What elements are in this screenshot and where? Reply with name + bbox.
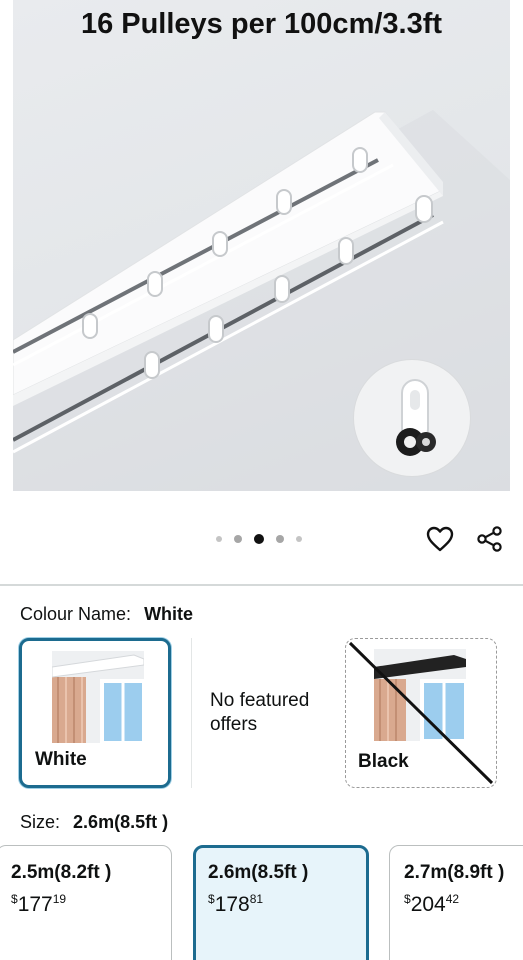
- product-image-carousel[interactable]: 16 Pulleys per 100cm/3.3ft: [0, 0, 523, 497]
- add-to-wishlist-button[interactable]: [424, 523, 456, 555]
- colour-name-row: Colour Name: White: [20, 604, 193, 625]
- carousel-dot-active[interactable]: [254, 534, 264, 544]
- size-option-label: 2.7m(8.9ft ): [404, 862, 505, 883]
- no-featured-offers-text: No featured offers: [210, 690, 310, 735]
- size-option-price: $20442: [404, 892, 460, 916]
- image-caption: 16 Pulleys per 100cm/3.3ft: [80, 8, 443, 40]
- pulley-detail-inset: [353, 359, 471, 477]
- share-button[interactable]: [474, 523, 506, 555]
- share-icon: [477, 526, 502, 552]
- colour-selected-value: White: [144, 604, 194, 624]
- heart-icon: [426, 526, 454, 552]
- carousel-dot[interactable]: [276, 535, 284, 543]
- swatch-separator: [191, 638, 192, 788]
- colour-option-black[interactable]: Black: [345, 638, 497, 788]
- size-option-2-6m[interactable]: 2.6m(8.5ft ) $17881: [193, 845, 369, 960]
- carousel-dot[interactable]: [296, 536, 302, 542]
- carousel-dot[interactable]: [216, 536, 222, 542]
- colour-option-label: Black: [358, 751, 409, 772]
- white-track-thumbnail: [52, 651, 144, 743]
- size-option-price: $17881: [208, 892, 264, 916]
- size-option-price: $17719: [11, 892, 67, 916]
- section-divider: [0, 584, 523, 586]
- size-option-2-5m[interactable]: 2.5m(8.2ft ) $17719: [0, 845, 172, 960]
- size-option-label: 2.6m(8.5ft ): [208, 862, 309, 883]
- size-row: Size: 2.6m(8.5ft ): [20, 812, 168, 833]
- colour-option-white[interactable]: White: [19, 638, 171, 788]
- carousel-indicator[interactable]: [216, 534, 302, 544]
- size-option-2-7m[interactable]: 2.7m(8.9ft ) $20442: [389, 845, 523, 960]
- colour-label: Colour Name:: [20, 604, 132, 624]
- size-label: Size:: [20, 812, 61, 832]
- colour-option-label: White: [35, 749, 87, 770]
- size-option-label: 2.5m(8.2ft ): [11, 862, 112, 883]
- carousel-dot[interactable]: [234, 535, 242, 543]
- size-selected-value: 2.6m(8.5ft ): [73, 812, 169, 832]
